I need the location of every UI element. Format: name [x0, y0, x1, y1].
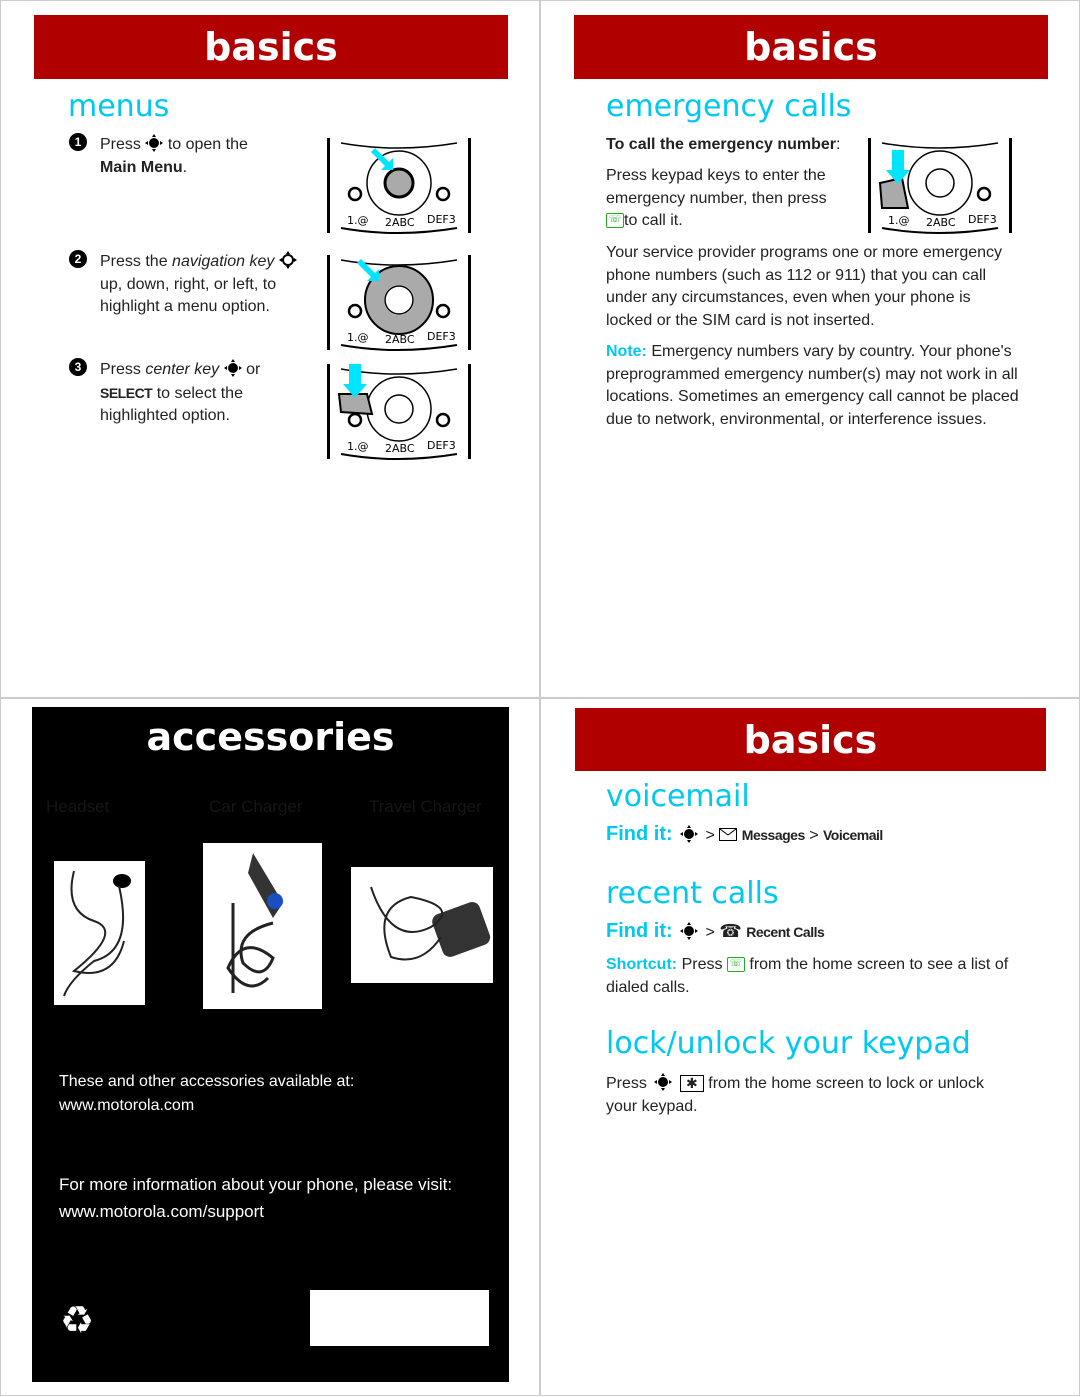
- text: to call it.: [624, 212, 683, 229]
- keypad-key-2-label: 2ABC: [926, 216, 956, 229]
- section-header: basics: [34, 15, 508, 79]
- voicemail-find-it: Find it: > Messages > Voicemail: [606, 823, 883, 848]
- keypad-key-2-label: 2ABC: [385, 442, 415, 455]
- keypad-key-3-label: DEF3: [427, 330, 456, 343]
- support-link[interactable]: www.motorola.com/support: [59, 1198, 452, 1225]
- keypad-illustration-center: 1.@ 2ABC DEF3: [327, 138, 473, 235]
- text: >: [705, 924, 715, 941]
- keypad-key-1-label: 1.@: [347, 331, 369, 344]
- keypad-illustration-ring: 1.@ 2ABC DEF3: [327, 255, 473, 352]
- lock-title: lock/unlock your keypad: [606, 1026, 971, 1061]
- section-title: emergency calls: [606, 89, 852, 124]
- note-label: Note:: [606, 343, 647, 360]
- availability-text: These and other accessories available at…: [59, 1070, 354, 1118]
- info-text: For more information about your phone, p…: [59, 1171, 452, 1225]
- keypad-key-1-label: 1.@: [347, 214, 369, 227]
- shortcut-text: Shortcut: Press ☏ from the home screen t…: [606, 954, 1016, 999]
- center-key-icon: [223, 359, 242, 377]
- voicemail-title: voicemail: [606, 779, 750, 814]
- step-number: 1: [69, 133, 87, 151]
- text: Emergency numbers vary by country. Your …: [606, 343, 1019, 428]
- text: Messages: [741, 827, 805, 843]
- text: navigation key: [172, 253, 275, 270]
- note-text: Note: Emergency numbers vary by country.…: [606, 341, 1021, 431]
- select-label: SELECT: [100, 384, 153, 401]
- text: >: [809, 827, 819, 844]
- recycle-icon: ♻: [60, 1300, 95, 1342]
- text: Press: [100, 361, 141, 378]
- section-header: basics: [574, 15, 1048, 79]
- nav-key-icon: [145, 134, 164, 152]
- keypad-illustration-send: 1.@ 2ABC DEF3: [868, 138, 1014, 235]
- car-charger-photo: [203, 843, 322, 1009]
- text: center key: [145, 361, 220, 378]
- text: to open the: [167, 136, 248, 153]
- section-title: accessories: [146, 715, 395, 759]
- product-label: Car Charger: [209, 797, 303, 816]
- text: For more information about your phone, p…: [59, 1175, 453, 1194]
- lock-text: Press ✱ from the home screen to lock or …: [606, 1073, 1016, 1118]
- shortcut-label: Shortcut:: [606, 956, 678, 973]
- section-header: basics: [575, 708, 1046, 771]
- instructions: Press keypad keys to enter the emergency…: [606, 165, 841, 233]
- nav-key-icon: [680, 825, 699, 843]
- text: Press keypad keys to enter the emergency…: [606, 167, 827, 207]
- text: :: [836, 136, 841, 153]
- step-1-text: Press to open the Main Menu.: [100, 134, 300, 179]
- accessories-panel: accessories Headset Car Charger Travel C…: [32, 707, 509, 1382]
- service-provider-text: Your service provider programs one or mo…: [606, 244, 1003, 329]
- section-title: menus: [68, 89, 170, 124]
- messages-icon: [719, 828, 738, 841]
- find-it-label: Find it:: [606, 920, 673, 942]
- recent-calls-title: recent calls: [606, 876, 779, 911]
- text: .: [182, 158, 188, 176]
- recent-calls-find-it: Find it: > ☎ Recent Calls: [606, 920, 825, 945]
- text: Voicemail: [822, 827, 883, 843]
- step-2-text: Press the navigation key up, down, right…: [100, 251, 315, 319]
- product-label: Headset: [46, 797, 110, 816]
- label-box: [310, 1290, 489, 1346]
- text: Press the: [100, 253, 168, 270]
- find-it-label: Find it:: [606, 823, 673, 845]
- keypad-key-1-label: 1.@: [888, 214, 910, 227]
- travel-charger-photo: [351, 867, 493, 983]
- keypad-key-3-label: DEF3: [968, 213, 997, 226]
- navigation-key-icon: [278, 251, 297, 269]
- motorola-link[interactable]: www.motorola.com: [59, 1094, 354, 1118]
- text: These and other accessories available at…: [59, 1073, 355, 1090]
- step-number: 2: [69, 250, 87, 268]
- page-basics-voicemail: basics voicemail Find it: > Messages > V…: [540, 698, 1080, 1396]
- keypad-key-3-label: DEF3: [427, 213, 456, 226]
- nav-key-icon: [680, 922, 699, 940]
- main-menu-label: Main Menu: [100, 158, 183, 176]
- step-number: 3: [69, 358, 87, 376]
- text: Press: [606, 1075, 647, 1092]
- keypad-illustration-select: 1.@ 2ABC DEF3: [327, 364, 473, 461]
- page-emergency-calls: basics emergency calls To call the emerg…: [540, 0, 1080, 698]
- text: Press: [681, 956, 723, 973]
- headset-photo: [54, 861, 145, 1005]
- send-key-icon: ☏: [726, 957, 745, 973]
- text: or: [246, 361, 261, 378]
- keypad-key-3-label: DEF3: [427, 439, 456, 452]
- recent-calls-icon: ☎: [719, 921, 742, 941]
- star-key-icon: ✱: [679, 1075, 704, 1093]
- keypad-key-2-label: 2ABC: [385, 216, 415, 229]
- text: >: [705, 827, 715, 844]
- step-3-text: Press center key or SELECT to select the…: [100, 359, 315, 428]
- lead-text: To call the emergency number:: [606, 134, 840, 157]
- keypad-key-2-label: 2ABC: [385, 333, 415, 346]
- product-label: Travel Charger: [369, 797, 482, 816]
- nav-key-icon: [654, 1073, 673, 1091]
- send-key-icon: ☏: [606, 213, 624, 229]
- page-menus: basics menus 1 Press to open the Main Me…: [0, 0, 540, 698]
- text: Press: [100, 136, 141, 153]
- text: Recent Calls: [746, 924, 825, 940]
- text: up, down, right, or left, to highlight a…: [100, 275, 277, 316]
- text: To call the emergency number: [606, 136, 836, 153]
- keypad-key-1-label: 1.@: [347, 440, 369, 453]
